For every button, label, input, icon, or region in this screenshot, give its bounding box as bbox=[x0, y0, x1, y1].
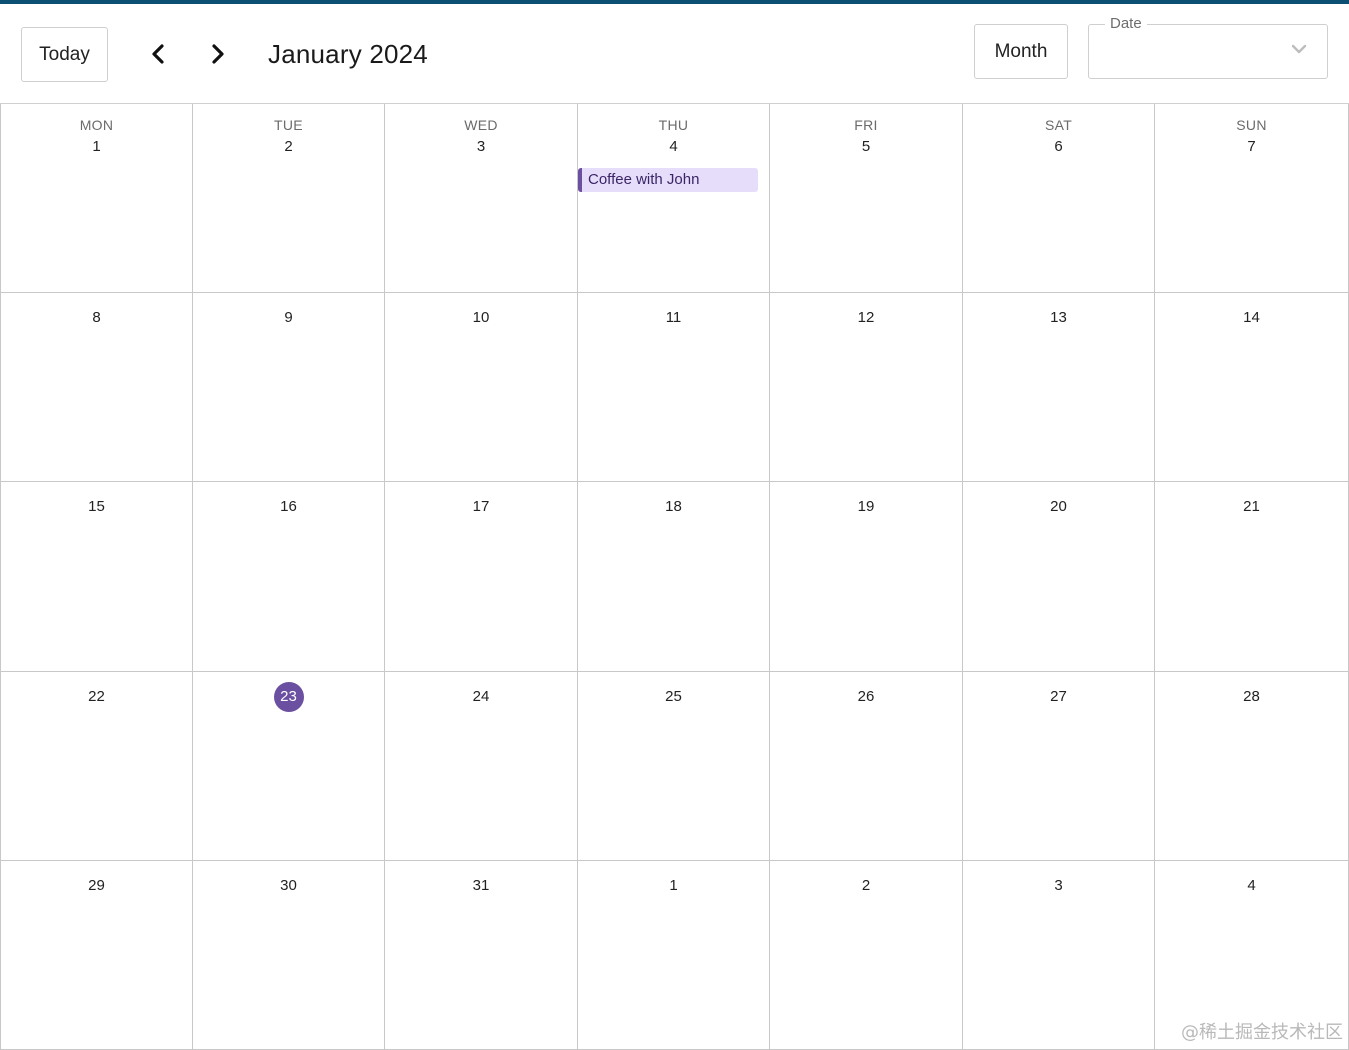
month-grid: MON 1 TUE 2 WED 3 THU 4 Coffee with John FRI 5 SAT 6… bbox=[0, 104, 1349, 1050]
day-cell[interactable]: 11 bbox=[578, 293, 770, 482]
day-number: 31 bbox=[472, 877, 490, 894]
date-field-label: Date bbox=[1105, 15, 1147, 32]
day-number: 3 bbox=[476, 138, 486, 155]
day-cell[interactable]: FRI 5 bbox=[770, 104, 963, 293]
calendar-toolbar: Today January 2024 Month Date bbox=[0, 4, 1349, 104]
chevron-down-icon bbox=[1291, 44, 1307, 54]
day-number: 4 bbox=[669, 138, 678, 155]
day-cell[interactable]: 19 bbox=[770, 482, 963, 672]
day-cell[interactable]: 20 bbox=[963, 482, 1155, 672]
day-cell[interactable]: SAT 6 bbox=[963, 104, 1155, 293]
day-number: 10 bbox=[472, 309, 490, 326]
day-number: 29 bbox=[88, 877, 105, 894]
day-number: 14 bbox=[1243, 309, 1260, 326]
today-day-number: 23 bbox=[273, 682, 304, 712]
day-cell[interactable]: 23 bbox=[193, 672, 385, 861]
day-number: 1 bbox=[669, 877, 678, 894]
day-cell[interactable]: 30 bbox=[193, 861, 385, 1050]
day-number: 8 bbox=[92, 309, 101, 326]
day-cell[interactable]: 16 bbox=[193, 482, 385, 672]
day-number: 3 bbox=[1054, 877, 1063, 894]
day-cell[interactable]: 21 bbox=[1155, 482, 1349, 672]
weekday-header: TUE bbox=[274, 117, 303, 133]
event-chip[interactable]: Coffee with John bbox=[578, 168, 758, 192]
day-number: 25 bbox=[665, 688, 682, 705]
day-cell[interactable]: 25 bbox=[578, 672, 770, 861]
day-number: 2 bbox=[284, 138, 293, 155]
next-month-button[interactable] bbox=[200, 36, 236, 72]
day-cell[interactable]: 9 bbox=[193, 293, 385, 482]
date-picker-field[interactable]: Date bbox=[1088, 15, 1328, 79]
day-cell[interactable]: 17 bbox=[385, 482, 578, 672]
day-number: 11 bbox=[665, 309, 682, 326]
weekday-header: THU bbox=[658, 117, 689, 133]
day-cell[interactable]: 28 bbox=[1155, 672, 1349, 861]
weekday-header: SUN bbox=[1236, 117, 1267, 133]
day-cell[interactable]: 24 bbox=[385, 672, 578, 861]
day-number: 26 bbox=[857, 688, 875, 705]
day-cell[interactable]: 2 bbox=[770, 861, 963, 1050]
day-cell[interactable]: 31 bbox=[385, 861, 578, 1050]
calendar-app: Today January 2024 Month Date MON 1 TUE 2 WE… bbox=[0, 0, 1349, 1050]
day-number: 12 bbox=[857, 309, 875, 326]
chevron-left-icon bbox=[152, 44, 164, 64]
chevron-right-icon bbox=[212, 44, 224, 64]
day-cell[interactable]: 15 bbox=[0, 482, 193, 672]
day-cell[interactable]: 27 bbox=[963, 672, 1155, 861]
day-cell[interactable]: 14 bbox=[1155, 293, 1349, 482]
day-number: 5 bbox=[861, 138, 871, 155]
watermark-text: @稀土掘金技术社区 bbox=[1181, 1022, 1343, 1043]
day-cell[interactable]: 10 bbox=[385, 293, 578, 482]
weekday-header: MON bbox=[79, 117, 114, 133]
day-number: 19 bbox=[857, 498, 875, 515]
day-cell[interactable]: THU 4 Coffee with John bbox=[578, 104, 770, 293]
day-cell[interactable]: 3 bbox=[963, 861, 1155, 1050]
day-cell[interactable]: 29 bbox=[0, 861, 193, 1050]
day-cell[interactable]: 18 bbox=[578, 482, 770, 672]
day-cell[interactable]: 22 bbox=[0, 672, 193, 861]
weekday-header: FRI bbox=[854, 117, 878, 133]
day-number: 2 bbox=[861, 877, 871, 894]
day-cell[interactable]: 13 bbox=[963, 293, 1155, 482]
day-cell[interactable]: TUE 2 bbox=[193, 104, 385, 293]
day-cell[interactable]: MON 1 bbox=[0, 104, 193, 293]
day-number: 9 bbox=[284, 309, 293, 326]
day-number: 24 bbox=[472, 688, 490, 705]
day-number: 30 bbox=[280, 877, 297, 894]
weekday-header: WED bbox=[464, 117, 498, 133]
day-cell[interactable]: 8 bbox=[0, 293, 193, 482]
day-cell[interactable]: 1 bbox=[578, 861, 770, 1050]
day-cell[interactable]: WED 3 bbox=[385, 104, 578, 293]
today-button[interactable]: Today bbox=[21, 27, 108, 82]
day-number: 6 bbox=[1054, 138, 1063, 155]
day-cell[interactable]: SUN 7 bbox=[1155, 104, 1349, 293]
day-number: 4 bbox=[1247, 877, 1256, 894]
previous-month-button[interactable] bbox=[140, 36, 176, 72]
calendar-title: January 2024 bbox=[268, 39, 428, 69]
day-number: 21 bbox=[1243, 498, 1260, 515]
day-number: 1 bbox=[92, 138, 101, 155]
day-number: 28 bbox=[1243, 688, 1260, 705]
weekday-header: SAT bbox=[1044, 117, 1073, 133]
day-number: 17 bbox=[472, 498, 490, 515]
day-number: 18 bbox=[665, 498, 682, 515]
day-number: 15 bbox=[88, 498, 105, 515]
day-number: 16 bbox=[280, 498, 297, 515]
day-cell[interactable]: 26 bbox=[770, 672, 963, 861]
day-cell[interactable]: 12 bbox=[770, 293, 963, 482]
day-number: 22 bbox=[88, 688, 105, 705]
day-number: 27 bbox=[1050, 688, 1067, 705]
day-number: 20 bbox=[1050, 498, 1067, 515]
day-number: 7 bbox=[1247, 138, 1256, 155]
day-number: 13 bbox=[1050, 309, 1067, 326]
view-mode-button[interactable]: Month bbox=[974, 24, 1068, 79]
